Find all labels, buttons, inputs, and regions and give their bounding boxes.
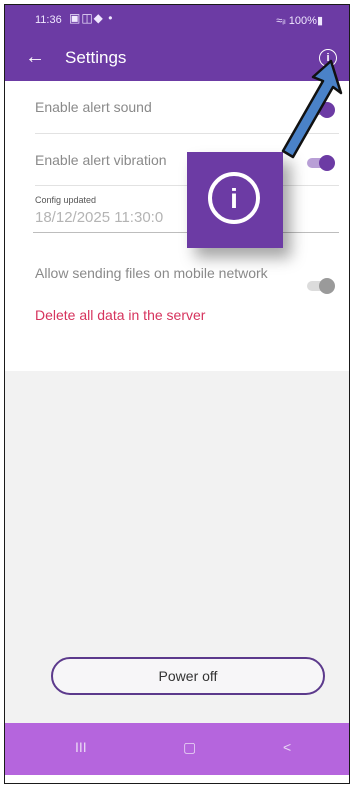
- mobile-network-toggle[interactable]: [307, 278, 335, 294]
- toggle-knob: [319, 278, 335, 294]
- power-off-button[interactable]: Power off: [51, 657, 325, 695]
- phone-frame: 11:36 ▣◫◆ • ≈ᵢₗ 100%▮ ← Settings i Enabl…: [4, 4, 350, 784]
- info-callout-box: i: [187, 152, 283, 248]
- page-title: Settings: [65, 48, 127, 67]
- status-time: 11:36: [35, 14, 62, 26]
- arrow-shape: [281, 59, 343, 159]
- system-nav-bar: III ▢ <: [5, 723, 349, 775]
- config-updated-label: Config updated: [35, 195, 97, 205]
- mobile-network-label: Allow sending files on mobile network: [35, 265, 268, 281]
- setting-mobile-network[interactable]: Allow sending files on mobile network: [35, 263, 269, 283]
- config-field-underline: [33, 232, 339, 233]
- status-battery: ≈ᵢₗ 100%▮: [276, 15, 323, 27]
- config-updated-field[interactable]: 18/12/2025 11:30:0: [35, 209, 333, 226]
- alert-sound-label: Enable alert sound: [35, 99, 152, 115]
- alert-vibration-label: Enable alert vibration: [35, 152, 167, 168]
- pointer-arrow-icon: [281, 59, 343, 159]
- home-icon[interactable]: ▢: [183, 739, 196, 756]
- nav-back-icon[interactable]: <: [283, 739, 291, 755]
- back-arrow-icon[interactable]: ←: [25, 47, 45, 67]
- recents-icon[interactable]: III: [75, 739, 87, 755]
- status-bar: 11:36 ▣◫◆ • ≈ᵢₗ 100%▮: [5, 11, 349, 31]
- delete-data-link[interactable]: Delete all data in the server: [35, 307, 205, 323]
- info-callout-icon: i: [208, 172, 260, 224]
- status-notification-icons: ▣◫◆ •: [69, 11, 114, 25]
